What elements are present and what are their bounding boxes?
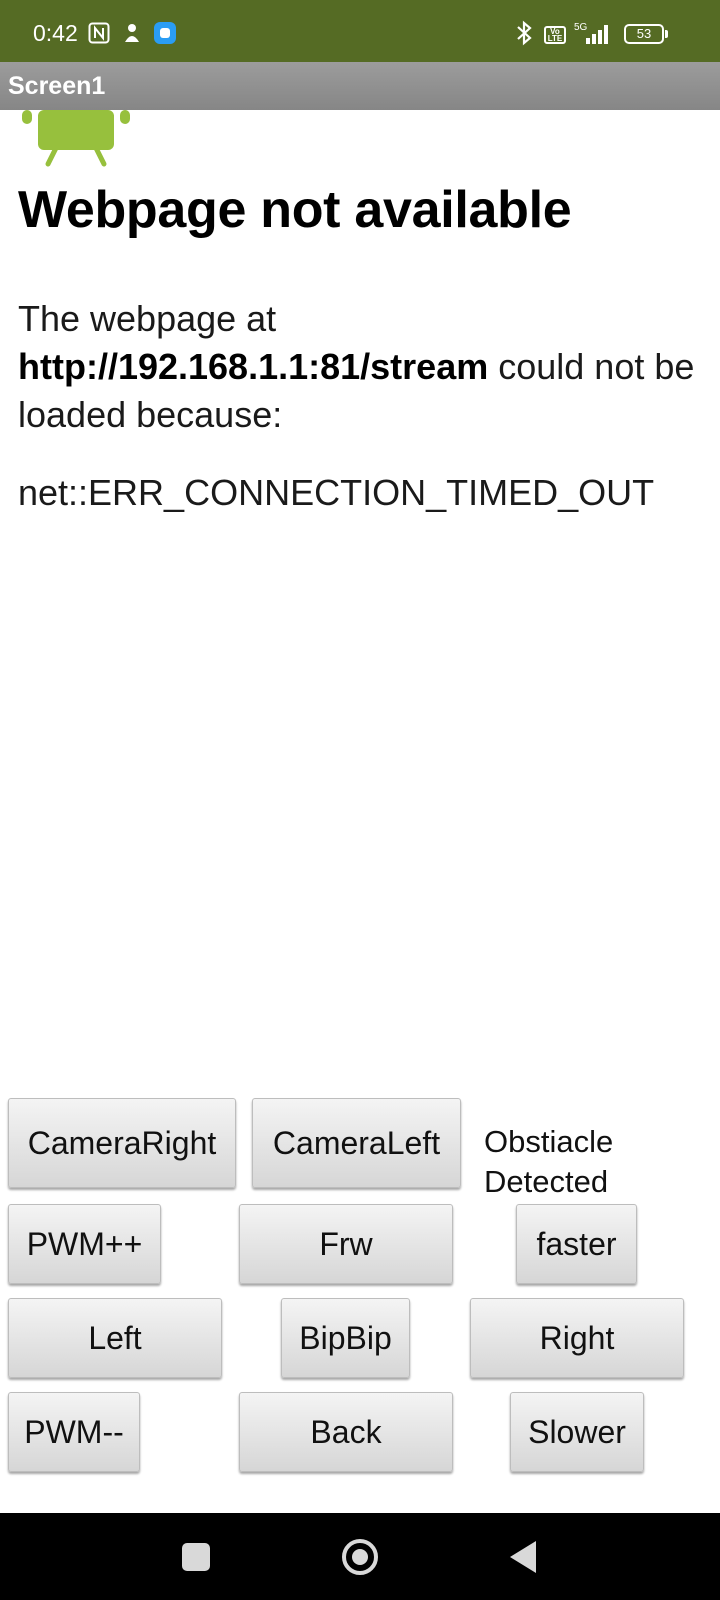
nfc-icon [88,22,110,44]
home-icon[interactable] [342,1539,378,1575]
bluetooth-icon [517,20,532,46]
error-message-prefix: The webpage at [18,298,277,339]
status-bar: 0:42 Vo LTE 5G 53 [0,0,720,62]
back-icon[interactable] [510,1541,536,1573]
obstacle-detected-label: Obstiacle Detected [484,1124,614,1199]
recents-icon[interactable] [182,1543,210,1571]
error-code: net::ERR_CONNECTION_TIMED_OUT [18,472,655,513]
bipbip-button[interactable]: BipBip [281,1298,410,1378]
left-button[interactable]: Left [8,1298,222,1378]
android-icon [22,110,130,167]
camera-left-button[interactable]: CameraLeft [252,1098,461,1188]
status-time: 0:42 [33,20,78,46]
signal-icon: 5G [574,22,608,44]
volte-icon: Vo LTE [544,26,566,44]
notification-icon [125,24,139,42]
title-bar: Screen1 [0,62,720,110]
camera-right-button[interactable]: CameraRight [8,1098,236,1188]
error-message: The webpage at http://192.168.1.1:81/str… [18,295,698,439]
screen-title: Screen1 [8,72,106,100]
forward-button[interactable]: Frw [239,1204,453,1284]
pwm-down-button[interactable]: PWM-- [8,1392,140,1472]
faster-button[interactable]: faster [516,1204,637,1284]
battery-tip [665,30,668,38]
error-title: Webpage not available [18,181,572,239]
app-icon [154,22,176,44]
battery-icon: 53 [624,24,664,44]
back-button[interactable]: Back [239,1392,453,1472]
right-button[interactable]: Right [470,1298,684,1378]
error-url: http://192.168.1.1:81/stream [18,346,489,387]
slower-button[interactable]: Slower [510,1392,644,1472]
pwm-up-button[interactable]: PWM++ [8,1204,161,1284]
network-label: 5G [574,22,588,33]
